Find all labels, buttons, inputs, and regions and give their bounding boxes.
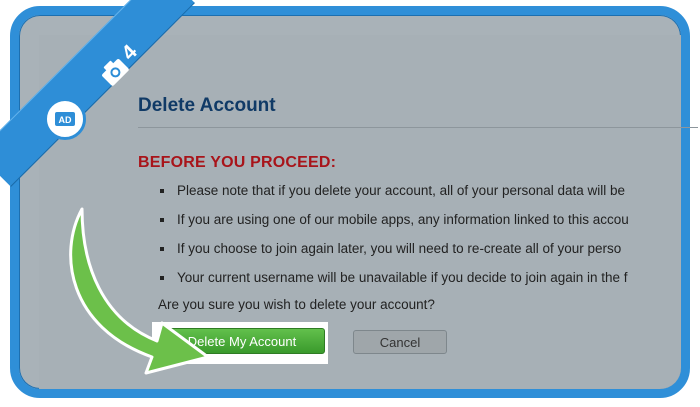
note-text: Please note that if you delete your acco… [177, 183, 626, 198]
list-item: If you choose to join again later, you w… [160, 239, 680, 268]
list-item: Your current username will be unavailabl… [160, 268, 680, 297]
badge-icon: AD [44, 98, 86, 140]
list-item: If you are using one of our mobile apps,… [160, 210, 680, 239]
list-item: Please note that if you delete your acco… [160, 181, 680, 210]
green-arrow-icon [69, 207, 210, 375]
note-text: If you choose to join again later, you w… [177, 241, 622, 256]
title-divider [138, 127, 698, 128]
cancel-button[interactable]: Cancel [353, 330, 447, 354]
page-title: Delete Account [138, 95, 276, 116]
note-text: If you are using one of our mobile apps,… [177, 212, 629, 227]
warning-heading: BEFORE YOU PROCEED: [138, 154, 337, 171]
notes-list: Please note that if you delete your acco… [160, 181, 680, 297]
note-text: Your current username will be unavailabl… [177, 270, 628, 285]
badge-text: AD [59, 115, 72, 125]
bullet-icon [160, 189, 164, 193]
badge-glyph-icon: AD [55, 112, 75, 126]
